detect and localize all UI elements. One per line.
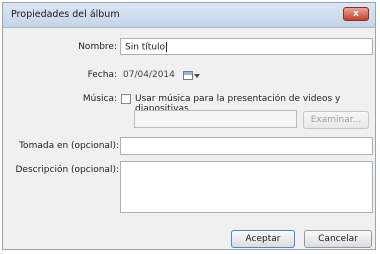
date-value[interactable]: 07/04/2014 (123, 70, 175, 80)
calendar-icon[interactable] (183, 71, 193, 80)
taken-at-input[interactable] (120, 137, 373, 155)
title-bar[interactable]: Propiedades del álbum x (3, 3, 375, 28)
use-music-checkbox[interactable] (121, 94, 131, 104)
album-properties-dialog: Propiedades del álbum x Nombre: Sin títu… (2, 2, 376, 250)
close-button[interactable]: x (343, 7, 369, 21)
music-file-field (134, 110, 297, 128)
name-input[interactable]: Sin título (120, 38, 373, 55)
close-icon: x (353, 9, 359, 19)
chevron-down-icon[interactable] (194, 74, 200, 78)
cancel-button[interactable]: Cancelar (304, 230, 372, 248)
text-caret (166, 42, 168, 52)
name-input-value: Sin título (125, 42, 168, 53)
description-textarea[interactable] (120, 161, 373, 213)
browse-button: Examinar... (303, 111, 369, 129)
name-label: Nombre: (78, 42, 117, 52)
name-input-text: Sin título (125, 42, 166, 53)
dialog-title: Propiedades del álbum (11, 9, 120, 20)
taken-at-label: Tomada en (opcional): (19, 141, 119, 151)
accept-button[interactable]: Aceptar (231, 230, 295, 248)
date-label: Fecha: (87, 70, 117, 80)
description-label: Descripción (opcional): (15, 165, 120, 175)
music-label: Música: (82, 94, 117, 104)
